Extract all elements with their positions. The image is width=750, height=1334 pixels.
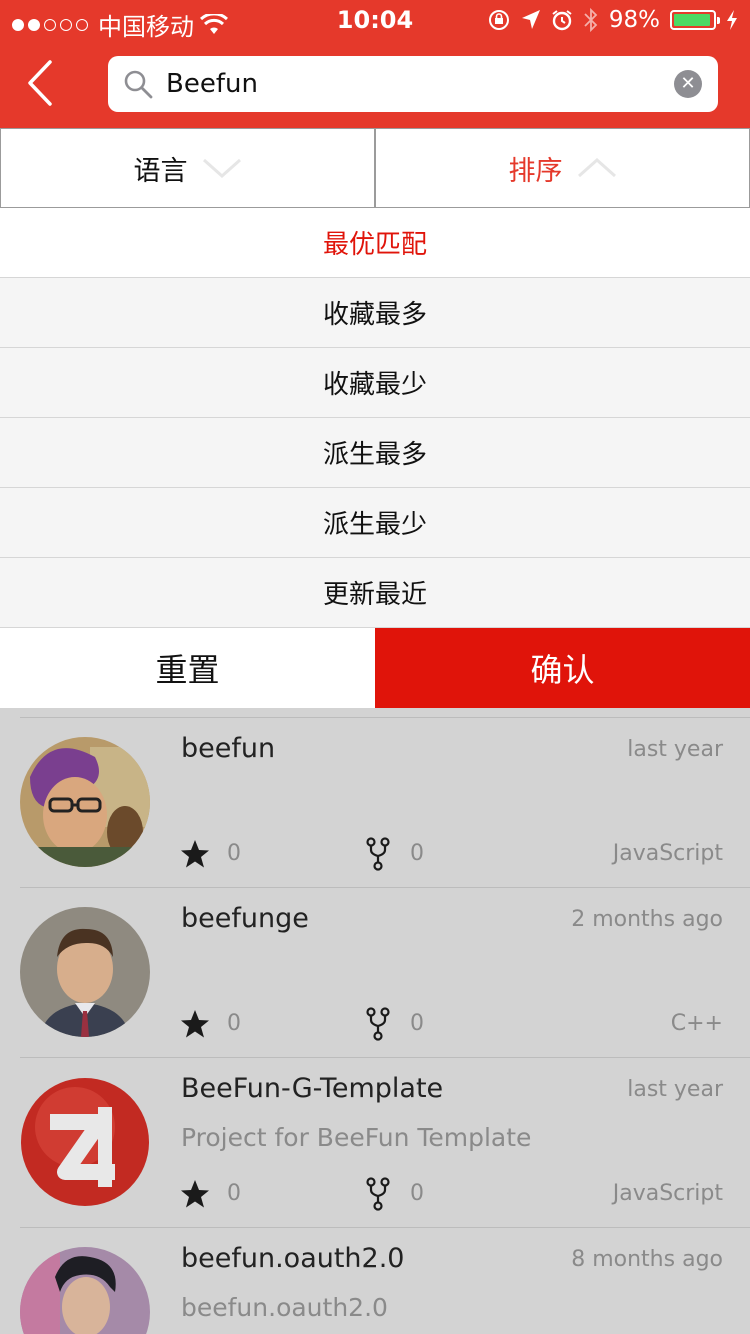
divider [20, 887, 750, 888]
repo-updated-time: last year [627, 1077, 723, 1102]
fork-count: 0 [410, 1011, 424, 1036]
filter-tabs: 语言 排序 [0, 128, 750, 208]
tab-sort-label: 排序 [508, 155, 563, 187]
repo-name: BeeFun-G-Template [181, 1073, 444, 1104]
sort-option-fewest-forks[interactable]: 派生最少 [0, 488, 750, 558]
list-item[interactable]: beefun.oauth2.0 8 months ago beefun.oaut… [0, 1227, 750, 1334]
avatar [20, 907, 150, 1037]
location-icon [521, 10, 540, 29]
repo-name: beefun.oauth2.0 [181, 1243, 405, 1274]
back-button[interactable] [22, 58, 62, 108]
fork-icon [366, 1007, 390, 1041]
nav-bar: ✕ [0, 40, 750, 128]
star-count: 0 [227, 1181, 241, 1206]
chevron-left-icon [28, 60, 52, 106]
status-bar: 中国移动 10:04 98% [0, 0, 750, 41]
avatar [20, 1077, 150, 1207]
repo-name: beefun [181, 733, 276, 764]
sort-options: 最优匹配 收藏最多 收藏最少 派生最多 派生最少 更新最近 [0, 208, 750, 628]
fork-icon [366, 837, 390, 871]
repo-description: beefun.oauth2.0 [181, 1293, 388, 1322]
repo-language: JavaScript [612, 841, 723, 866]
chevron-down-icon [202, 158, 241, 179]
tab-sort[interactable]: 排序 [375, 128, 750, 208]
bluetooth-icon [584, 7, 598, 33]
clear-icon[interactable]: ✕ [674, 70, 702, 98]
battery-percent: 98% [608, 7, 660, 33]
sort-option-most-stars[interactable]: 收藏最多 [0, 278, 750, 348]
list-item[interactable]: beefun last year 0 0 JavaScript [0, 717, 750, 887]
repo-language: JavaScript [612, 1181, 723, 1206]
avatar [20, 1247, 150, 1334]
search-input[interactable] [166, 56, 646, 112]
divider [20, 717, 750, 718]
avatar [20, 737, 150, 867]
fork-icon [366, 1177, 390, 1211]
repo-updated-time: 2 months ago [571, 907, 723, 932]
sort-option-most-forks[interactable]: 派生最多 [0, 418, 750, 488]
fork-count: 0 [410, 1181, 424, 1206]
search-bar[interactable]: ✕ [108, 56, 718, 112]
list-item[interactable]: BeeFun-G-Template last year Project for … [0, 1057, 750, 1227]
list-item[interactable]: beefunge 2 months ago 0 0 C++ [0, 887, 750, 1057]
rotation-lock-icon [488, 10, 509, 30]
fork-count: 0 [410, 841, 424, 866]
charging-icon [727, 10, 737, 30]
battery-icon [670, 10, 720, 30]
star-icon [181, 840, 209, 868]
repo-name: beefunge [181, 903, 309, 934]
sort-option-best-match[interactable]: 最优匹配 [0, 208, 750, 278]
repo-results-list: beefun last year 0 0 JavaScript beefunge… [0, 708, 750, 1334]
tab-language-label: 语言 [133, 155, 188, 187]
star-count: 0 [227, 841, 241, 866]
reset-button[interactable]: 重置 [0, 628, 375, 708]
filter-actions: 重置 确认 [0, 628, 750, 708]
divider [20, 1227, 750, 1228]
confirm-button[interactable]: 确认 [375, 628, 750, 708]
chevron-up-icon [577, 157, 616, 178]
alarm-icon [552, 10, 572, 31]
tab-language[interactable]: 语言 [0, 128, 375, 208]
sort-option-recently-updated[interactable]: 更新最近 [0, 558, 750, 628]
divider [20, 1057, 750, 1058]
star-count: 0 [227, 1011, 241, 1036]
sort-option-fewest-stars[interactable]: 收藏最少 [0, 348, 750, 418]
repo-updated-time: 8 months ago [571, 1247, 723, 1272]
repo-updated-time: last year [627, 737, 723, 762]
star-icon [181, 1010, 209, 1038]
search-icon [124, 70, 153, 99]
repo-description: Project for BeeFun Template [181, 1123, 532, 1152]
repo-language: C++ [670, 1011, 723, 1036]
star-icon [181, 1180, 209, 1208]
